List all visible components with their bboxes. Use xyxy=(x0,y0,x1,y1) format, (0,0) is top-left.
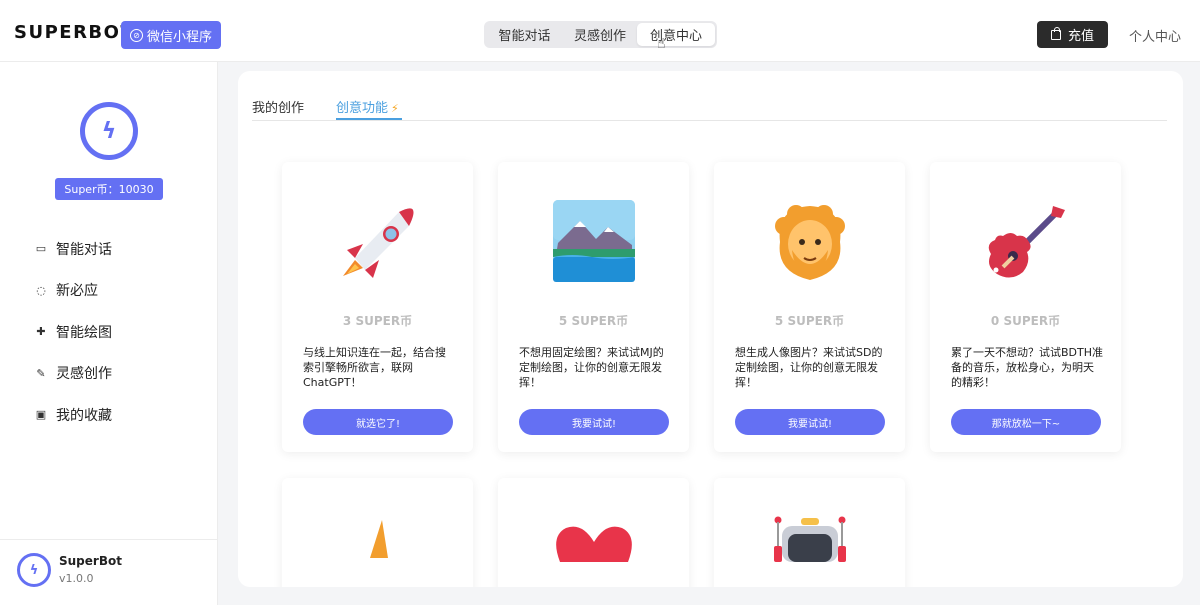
wechat-mini-program-button[interactable]: ⊘ 微信小程序 xyxy=(121,21,221,49)
feature-card[interactable]: 0 SUPER币 累了一天不想动？试试BDTH准备的音乐，放松身心，为明天的精彩… xyxy=(930,162,1121,452)
card-price: 0 SUPER币 xyxy=(990,314,1061,328)
rocket-icon xyxy=(342,208,413,278)
sidebar-item-label: 灵感创作 xyxy=(56,366,112,383)
sidebar-item-smart-draw[interactable]: ✚ 智能绘图 xyxy=(34,311,112,353)
person-icon xyxy=(774,205,845,280)
card-cta-button[interactable]: 我要试试! xyxy=(519,409,669,435)
personal-center-link[interactable]: 个人中心 xyxy=(1129,26,1181,45)
sidebar-item-label: 智能对话 xyxy=(56,241,112,258)
guitar-icon xyxy=(988,206,1065,278)
landscape-icon xyxy=(552,200,635,282)
card-price: 3 SUPER币 xyxy=(342,314,413,328)
feature-card-grid: 3 SUPER币 与线上知识连在一起，结合搜索引擎畅所欲言，联网ChatGPT！… xyxy=(238,71,1183,587)
brand-logo[interactable]: SUPERBOT xyxy=(14,22,134,43)
bubble-icon: ◌ xyxy=(36,283,46,297)
superbot-logo: ϟ xyxy=(80,102,138,160)
card-cta-button[interactable]: 我要试试! xyxy=(735,409,885,435)
wechat-icon: ⊘ xyxy=(129,28,143,42)
shopping-bag-icon xyxy=(1050,26,1061,40)
sidebar-item-smart-chat[interactable]: ▭ 智能对话 xyxy=(34,228,112,270)
app-version: v1.0.0 xyxy=(59,572,94,585)
sidebar-item-label: 我的收藏 xyxy=(56,407,112,424)
feature-card[interactable]: 5 SUPER币 想生成人像图片？来试试SD的定制绘图，让你的创意无限发挥！ 我… xyxy=(714,162,905,452)
collection-icon: ▣ xyxy=(35,408,47,422)
sidebar: ϟ Super币：10030 ▭ 智能对话 ◌ 新必应 ✚ 智能绘图 ✎ 灵感创… xyxy=(0,62,218,605)
card-description: 不想用固定绘图？来试试MJ的定制绘图，让你的创意无限发挥！ xyxy=(519,346,664,389)
mode-switcher: 智能对话 灵感创作 创意中心 xyxy=(484,21,717,48)
heart-icon xyxy=(555,526,632,562)
sidebar-item-new-bing[interactable]: ◌ 新必应 xyxy=(34,270,112,312)
card-cta-button[interactable]: 那就放松一下~ xyxy=(951,409,1101,435)
chat-icon: ▭ xyxy=(35,242,47,256)
paint-icon: ✚ xyxy=(36,325,46,339)
recharge-label: 充值 xyxy=(1067,29,1094,44)
feature-card[interactable]: 5 SUPER币 不想用固定绘图？来试试MJ的定制绘图，让你的创意无限发挥！ 我… xyxy=(498,162,689,452)
sidebar-nav: ▭ 智能对话 ◌ 新必应 ✚ 智能绘图 ✎ 灵感创作 ▣ 我的收藏 xyxy=(34,228,112,436)
mini-program-label: 微信小程序 xyxy=(146,29,212,45)
pen-icon: ✎ xyxy=(36,366,46,380)
feature-card[interactable]: 3 SUPER币 与线上知识连在一起，结合搜索引擎畅所欲言，联网ChatGPT！… xyxy=(282,162,473,452)
feature-card[interactable] xyxy=(498,478,689,587)
feature-card[interactable] xyxy=(282,478,473,587)
robot-icon xyxy=(773,516,846,562)
card-cta-button[interactable]: 就选它了! xyxy=(303,409,453,435)
sidebar-item-label: 新必应 xyxy=(56,283,98,300)
recharge-button[interactable]: 充值 xyxy=(1037,21,1108,48)
sidebar-item-label: 智能绘图 xyxy=(56,324,112,341)
sidebar-footer: ϟ SuperBot v1.0.0 xyxy=(0,539,218,605)
app-name: SuperBot xyxy=(59,554,122,568)
feature-card[interactable] xyxy=(714,478,905,587)
lightning-icon: ϟ xyxy=(101,118,117,144)
superbot-small-logo: ϟ xyxy=(17,553,51,587)
coin-balance-badge: Super币：10030 xyxy=(55,178,163,200)
segment-creative-center[interactable]: 创意中心 xyxy=(637,23,715,46)
top-bar: SUPERBOT ⊘ 微信小程序 智能对话 灵感创作 创意中心 ☝ 充值 个人中… xyxy=(0,0,1200,62)
segment-inspiration[interactable]: 灵感创作 xyxy=(563,23,637,46)
main-panel: 我的创作 创意功能 ⚡ 3 SUPER币 与线上知识连在一起，结合搜索引擎畅所欲言… xyxy=(238,71,1183,587)
card-description: 累了一天不想动？试试BDTH准备的音乐，放松身心，为明天的精彩！ xyxy=(951,346,1104,389)
hand-cursor-icon: ☝ xyxy=(657,36,666,52)
card-description: 与线上知识连在一起，结合搜索引擎畅所欲言，联网ChatGPT！ xyxy=(303,346,446,389)
card-description: 想生成人像图片？来试试SD的定制绘图，让你的创意无限发挥！ xyxy=(735,346,883,389)
segment-smart-chat[interactable]: 智能对话 xyxy=(486,23,563,46)
sidebar-item-inspiration[interactable]: ✎ 灵感创作 xyxy=(34,353,112,395)
card-price: 5 SUPER币 xyxy=(774,314,845,328)
sidebar-item-favorites[interactable]: ▣ 我的收藏 xyxy=(34,394,112,436)
cone-icon xyxy=(369,520,388,558)
card-price: 5 SUPER币 xyxy=(558,314,629,328)
